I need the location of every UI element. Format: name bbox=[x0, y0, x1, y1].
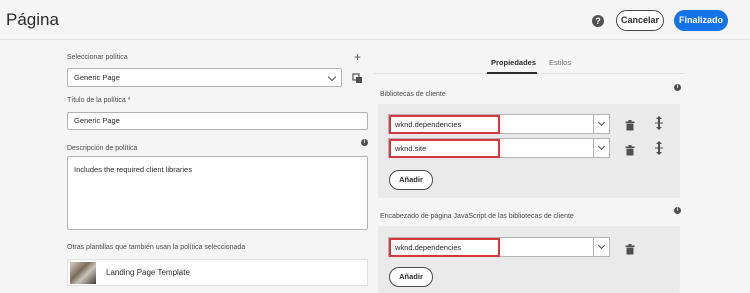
chevron-down-icon bbox=[597, 118, 606, 127]
active-tab-indicator bbox=[487, 72, 537, 74]
info-icon[interactable]: i bbox=[674, 84, 681, 91]
js-head-label: Encabezado de página JavaScript de las b… bbox=[380, 213, 574, 220]
template-thumbnail bbox=[70, 262, 96, 284]
add-js-head-lib-button[interactable]: Añadir bbox=[389, 267, 433, 287]
policy-select-value: Generic Page bbox=[74, 73, 120, 82]
tab-properties[interactable]: Propiedades bbox=[491, 58, 536, 67]
info-icon[interactable]: i bbox=[361, 139, 368, 146]
cancel-button[interactable]: Cancelar bbox=[616, 10, 664, 31]
help-icon[interactable]: ? bbox=[592, 15, 604, 27]
policy-description-textarea[interactable]: Includes the required client libraries bbox=[67, 156, 368, 230]
chevron-down-icon bbox=[327, 72, 337, 82]
select-policy-label: Seleccionar política bbox=[67, 54, 128, 61]
chevron-down-icon bbox=[597, 241, 606, 250]
policy-title-input[interactable]: Generic Page bbox=[67, 112, 368, 130]
policy-description-label: Descripción de política bbox=[67, 145, 138, 152]
template-card[interactable]: Landing Page Template bbox=[67, 259, 368, 286]
dropdown-toggle[interactable] bbox=[593, 139, 609, 157]
policy-title-label: Título de la política * bbox=[67, 97, 131, 104]
highlight-box bbox=[389, 238, 500, 257]
other-templates-label: Otras plantillas que también usan la pol… bbox=[67, 244, 246, 251]
add-client-lib-button[interactable]: Añadir bbox=[389, 170, 433, 190]
client-libs-label: Bibliotecas de cliente bbox=[380, 91, 446, 98]
template-name: Landing Page Template bbox=[106, 268, 190, 277]
page-title: Página bbox=[6, 10, 59, 29]
trash-icon[interactable] bbox=[625, 143, 635, 161]
dropdown-toggle[interactable] bbox=[593, 115, 609, 133]
info-icon[interactable]: i bbox=[674, 207, 681, 214]
top-bar: Página ? Cancelar Finalizado bbox=[0, 0, 750, 40]
highlight-box bbox=[389, 139, 500, 158]
policy-select[interactable]: Generic Page bbox=[67, 68, 342, 87]
chevron-down-icon bbox=[597, 142, 606, 151]
copy-icon[interactable] bbox=[352, 71, 363, 83]
drag-handle-icon[interactable] bbox=[654, 116, 664, 135]
highlight-box bbox=[389, 115, 500, 134]
trash-icon[interactable] bbox=[625, 242, 635, 260]
add-policy-icon[interactable]: + bbox=[354, 51, 361, 63]
done-button[interactable]: Finalizado bbox=[674, 10, 728, 31]
tab-styles[interactable]: Estilos bbox=[549, 58, 571, 67]
drag-handle-icon[interactable] bbox=[654, 141, 664, 160]
trash-icon[interactable] bbox=[625, 118, 635, 136]
dropdown-toggle[interactable] bbox=[593, 238, 609, 256]
